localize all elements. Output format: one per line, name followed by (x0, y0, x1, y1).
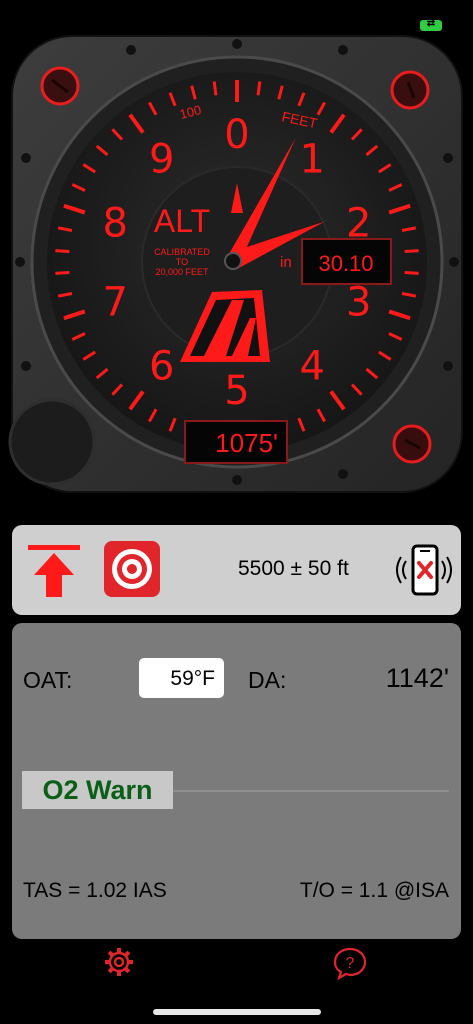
dial-digit-4: 4 (300, 344, 325, 390)
altitude-readout: 1075' (215, 428, 278, 458)
calibration-line-3: 20,000 FEET (155, 267, 209, 277)
dial-digit-1: 1 (300, 136, 325, 182)
calibration-line-2: TO (176, 257, 188, 267)
dial-tick (404, 271, 419, 275)
dial-digit-5: 5 (224, 368, 249, 414)
dial-digit-6: 6 (149, 344, 174, 390)
phone-vibrate-off-icon[interactable] (396, 543, 452, 599)
dial-digit-7: 7 (103, 280, 128, 326)
climb-arrow-icon[interactable] (26, 541, 82, 599)
oat-input[interactable]: 59°F (139, 658, 224, 698)
dial-digit-0: 0 (224, 112, 249, 158)
gauge-title: ALT (154, 203, 210, 239)
dial-tick (256, 81, 262, 96)
home-indicator[interactable] (153, 1009, 321, 1015)
gear-icon[interactable] (103, 946, 135, 978)
density-altitude-label: DA: (248, 667, 287, 693)
takeoff-ratio: T/O = 1.1 @ISA (299, 879, 449, 902)
tas-ratio: TAS = 1.02 IAS (23, 879, 167, 902)
baro-knob[interactable] (8, 398, 96, 486)
calibration-line-1: CALIBRATED (154, 247, 210, 257)
needle-hub (224, 252, 242, 270)
pressure-unit: in (280, 254, 292, 271)
dial-tick (404, 249, 419, 253)
o2-warn-badge[interactable]: O2 Warn (22, 771, 173, 809)
pressure-value: 30.10 (318, 251, 373, 276)
dial-tick (212, 81, 218, 96)
dial-tick (55, 271, 70, 275)
dial-digit-9: 9 (149, 136, 174, 182)
density-altitude-value: 1142' (385, 663, 449, 693)
svg-text:?: ? (346, 955, 355, 972)
target-altitude-label: 5500 ± 50 ft (238, 557, 349, 580)
dial-digit-3: 3 (346, 280, 371, 326)
dial-digit-8: 8 (103, 200, 128, 246)
altimeter-gauge: 0123456789 FEET 100 ALT CALIBRATED TO 20… (8, 35, 463, 493)
dial-tick (55, 249, 70, 253)
info-panel: OAT: 59°F DA: 1142' O2 Warn TAS = 1.02 I… (12, 623, 461, 939)
toolbar: 5500 ± 50 ft (12, 525, 461, 615)
question-bubble-icon[interactable]: ? (333, 946, 367, 980)
target-icon[interactable] (104, 541, 160, 597)
oat-label: OAT: (23, 667, 73, 693)
